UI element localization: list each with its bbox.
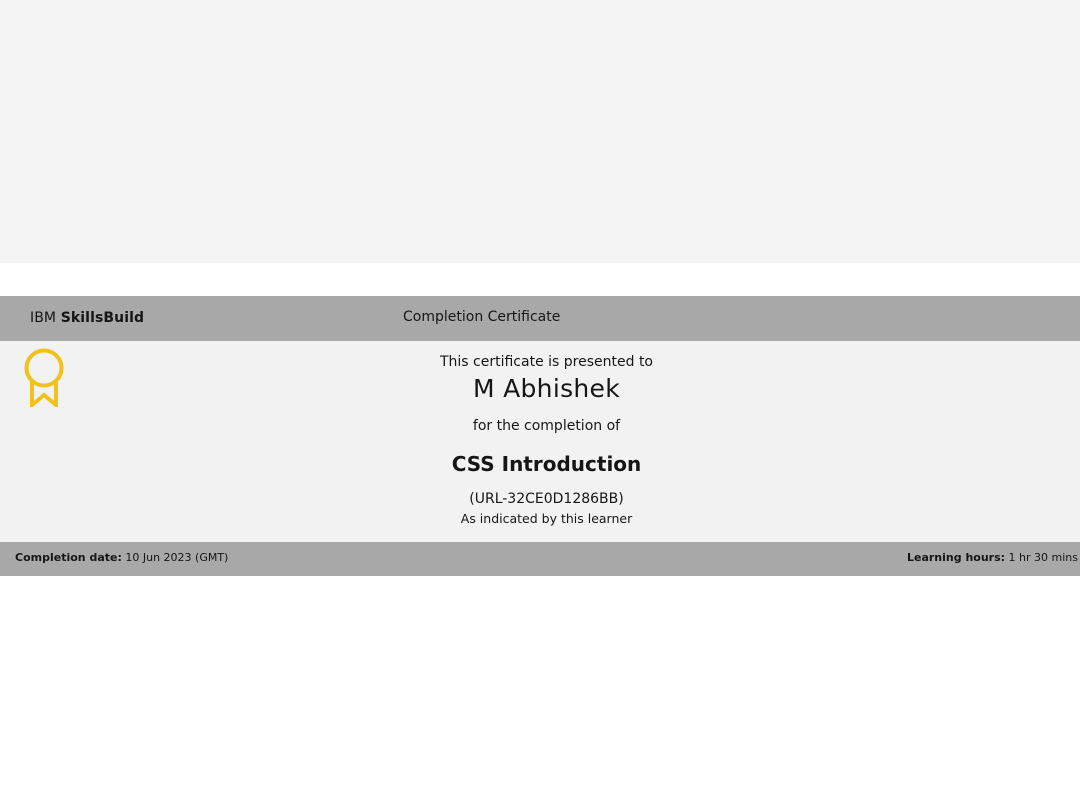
course-title: CSS Introduction xyxy=(451,452,642,476)
learning-hours: Learning hours: 1 hr 30 mins xyxy=(907,551,1078,564)
certificate-type: Completion Certificate xyxy=(403,309,561,325)
certificate-body: This certificate is presented to M Abhis… xyxy=(0,341,1080,542)
completion-date-value: 10 Jun 2023 (GMT) xyxy=(125,551,229,564)
brand-logo: IBM SkillsBuild xyxy=(30,310,144,326)
certificate-header: IBM SkillsBuild Completion Certificate xyxy=(0,296,1080,341)
certificate-code: (URL-32CE0D1286BB) xyxy=(469,491,624,507)
top-band xyxy=(0,0,1080,263)
learning-hours-label: Learning hours: xyxy=(906,551,1006,564)
completion-of-text: for the completion of xyxy=(472,418,621,434)
attestation-text: As indicated by this learner xyxy=(460,511,633,526)
certificate-footer: Completion date: 10 Jun 2023 (GMT) Learn… xyxy=(0,542,1080,576)
brand-name: SkillsBuild xyxy=(60,310,145,326)
brand-prefix: IBM xyxy=(30,310,57,326)
completion-date: Completion date: 10 Jun 2023 (GMT) xyxy=(15,551,228,564)
learner-name: M Abhishek xyxy=(472,374,620,403)
presented-to-text: This certificate is presented to xyxy=(439,354,653,370)
completion-date-label: Completion date: xyxy=(15,551,122,564)
learning-hours-value: 1 hr 30 mins xyxy=(1008,551,1078,564)
